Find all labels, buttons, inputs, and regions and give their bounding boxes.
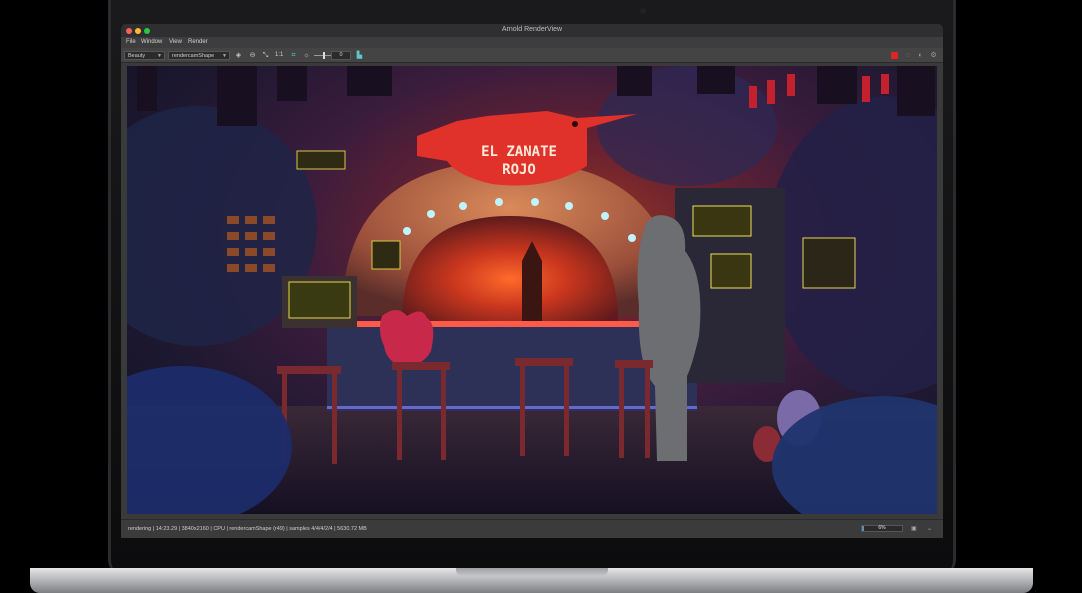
arcade-screen-top bbox=[692, 205, 752, 237]
right-screen bbox=[802, 237, 856, 289]
settings-gear-icon[interactable]: ⚙ bbox=[929, 51, 938, 60]
render-progress-label: 6% bbox=[878, 525, 886, 531]
menu-view[interactable]: View bbox=[169, 39, 182, 45]
sign-text-line2: ROJO bbox=[502, 162, 536, 178]
render-progress-bar: 6% bbox=[861, 525, 903, 532]
webcam bbox=[640, 8, 646, 14]
zoom-ratio-label[interactable]: 1:1 bbox=[275, 52, 283, 58]
menu-bar: File Window View Render bbox=[121, 37, 943, 48]
menu-render[interactable]: Render bbox=[188, 39, 208, 45]
laptop-opening-groove bbox=[456, 568, 608, 576]
isolate-icon[interactable]: ◐ bbox=[916, 51, 925, 60]
color-picker-icon[interactable]: ▙ bbox=[355, 51, 364, 60]
chevron-down-icon: ▼ bbox=[157, 53, 162, 59]
render-status-text: rendering | 14:23.29 | 3840x2160 | CPU |… bbox=[128, 526, 367, 532]
crop-region-icon[interactable]: ⤡ bbox=[261, 51, 270, 60]
camera-dropdown-value: rendercamShape bbox=[172, 53, 215, 59]
title-bar: Arnold RenderView bbox=[121, 24, 943, 37]
aov-dropdown-value: Beauty bbox=[128, 53, 146, 59]
chevron-down-icon: ▼ bbox=[222, 53, 227, 59]
screenshot-stage: Arnold RenderView File Window View Rende… bbox=[0, 0, 1082, 593]
top-left-screen bbox=[296, 150, 346, 170]
arcade-screen-mid bbox=[710, 253, 752, 289]
small-screen bbox=[371, 240, 401, 270]
left-monitor-screen bbox=[288, 281, 351, 319]
stop-render-button[interactable] bbox=[891, 52, 898, 59]
exposure-icon: ☼ bbox=[303, 52, 310, 59]
chevron-down-icon[interactable]: ⌄ bbox=[927, 525, 932, 532]
window-title: Arnold RenderView bbox=[501, 26, 563, 33]
render-viewport[interactable]: EL ZANATE ROJO bbox=[127, 66, 937, 514]
status-bar: rendering | 14:23.29 | 3840x2160 | CPU |… bbox=[121, 519, 943, 538]
refresh-render-icon[interactable]: ◌ bbox=[903, 51, 912, 60]
display-settings-icon[interactable]: ▣ bbox=[911, 525, 917, 532]
renderview-window: Arnold RenderView File Window View Rende… bbox=[121, 24, 943, 538]
camera-dropdown[interactable]: rendercamShape ▼ bbox=[168, 51, 230, 60]
foreground-plant-left bbox=[127, 366, 292, 514]
exposure-slider-handle[interactable] bbox=[323, 52, 325, 59]
counter-base-light bbox=[327, 406, 697, 409]
toolbar: Beauty ▼ rendercamShape ▼ ◈ ⊖ ⤡ 1:1 ⌗ ☼ … bbox=[121, 48, 943, 63]
menu-file[interactable]: File bbox=[126, 39, 136, 45]
aov-dropdown[interactable]: Beauty ▼ bbox=[124, 51, 165, 60]
render-image: EL ZANATE ROJO bbox=[127, 66, 937, 514]
refresh-icon[interactable]: ⊖ bbox=[248, 51, 257, 60]
fit-frame-icon[interactable]: ⌗ bbox=[289, 51, 298, 60]
sign-text-line1: EL ZANATE bbox=[481, 144, 557, 160]
exposure-field[interactable]: 0 bbox=[331, 51, 351, 60]
snapshot-icon[interactable]: ◈ bbox=[234, 51, 243, 60]
menu-window[interactable]: Window bbox=[141, 39, 162, 45]
